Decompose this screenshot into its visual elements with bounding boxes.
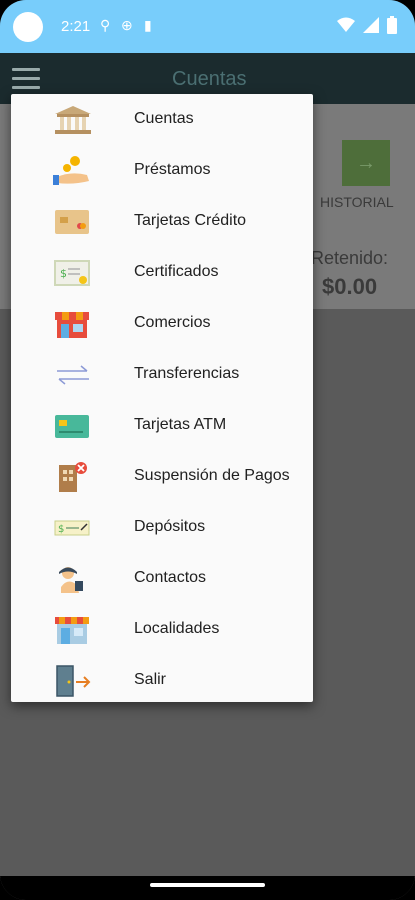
- usb-icon: ⚲: [100, 17, 111, 33]
- system-navigation-bar: [0, 876, 415, 900]
- cell-signal-icon: [363, 17, 379, 33]
- menu-item-tarjetas-atm[interactable]: Tarjetas ATM: [11, 400, 313, 451]
- menu-item-certificados[interactable]: $ Certificados: [11, 247, 313, 298]
- status-system-icons: [337, 16, 397, 34]
- menu-item-depositos[interactable]: $ Depósitos: [11, 502, 313, 553]
- battery-icon: [387, 16, 397, 34]
- certificate-icon: $: [54, 260, 90, 286]
- status-avatar-icon: [13, 12, 43, 42]
- bank-icon: [55, 106, 91, 134]
- menu-item-label: Transferencias: [134, 365, 240, 382]
- menu-item-label: Tarjetas Crédito: [134, 212, 247, 229]
- menu-item-transferencias[interactable]: Transferencias: [11, 349, 313, 400]
- location-building-icon: [55, 617, 89, 644]
- menu-item-label: Depósitos: [134, 518, 206, 535]
- menu-item-label: Contactos: [134, 569, 207, 586]
- status-bar: 2:21 ⚲ ⊕ ▮: [0, 0, 415, 53]
- home-gesture-handle[interactable]: [150, 883, 265, 887]
- menu-item-comercios[interactable]: Comercios: [11, 298, 313, 349]
- menu-item-salir[interactable]: Salir: [11, 655, 313, 706]
- contact-icon: [59, 567, 83, 593]
- page-title: Cuentas: [172, 68, 247, 90]
- menu-item-label: Préstamos: [134, 161, 211, 178]
- menu-item-prestamos[interactable]: Préstamos: [11, 145, 313, 196]
- menu-item-label: Cuentas: [134, 110, 194, 127]
- vpn-icon: ⊕: [121, 17, 133, 33]
- payment-suspension-icon: [59, 462, 87, 492]
- svg-text:$: $: [60, 267, 67, 280]
- menu-item-suspension-pagos[interactable]: Suspensión de Pagos: [11, 451, 313, 502]
- history-label: HISTORIAL: [320, 194, 394, 210]
- sim-icon: ▮: [144, 17, 152, 33]
- menu-item-tarjetas-credito[interactable]: Tarjetas Crédito: [11, 196, 313, 247]
- transfer-arrows-icon: [57, 365, 89, 385]
- menu-item-label: Certificados: [134, 263, 219, 280]
- retenido-label: Retenido:: [311, 248, 389, 268]
- menu-item-label: Salir: [134, 671, 167, 688]
- menu-item-localidades[interactable]: Localidades: [11, 604, 313, 655]
- navigation-menu: Cuentas Préstamos Tarjetas Crédito $ Cer…: [11, 94, 313, 702]
- credit-card-icon: [55, 210, 89, 234]
- phone-screen: 2:21 ⚲ ⊕ ▮ Cuentas → HISTORIAL Retenido:…: [0, 0, 415, 900]
- status-time: 2:21: [61, 18, 91, 35]
- menu-item-cuentas[interactable]: Cuentas: [11, 94, 313, 145]
- store-icon: [55, 312, 89, 338]
- menu-item-label: Tarjetas ATM: [134, 416, 227, 433]
- menu-item-label: Suspensión de Pagos: [134, 467, 290, 484]
- arrow-right-icon: →: [356, 152, 376, 174]
- history-button[interactable]: →: [342, 140, 390, 186]
- wifi-icon: [337, 17, 355, 32]
- deposit-check-icon: $: [54, 520, 90, 536]
- menu-item-label: Localidades: [134, 620, 220, 637]
- loan-hand-coins-icon: [53, 156, 89, 185]
- hamburger-menu-icon[interactable]: [12, 68, 40, 90]
- menu-item-label: Comercios: [134, 314, 211, 331]
- atm-card-icon: [55, 415, 89, 438]
- exit-door-icon: [56, 665, 91, 697]
- svg-text:$: $: [58, 524, 64, 535]
- retenido-value: $0.00: [322, 274, 378, 299]
- menu-item-contactos[interactable]: Contactos: [11, 553, 313, 604]
